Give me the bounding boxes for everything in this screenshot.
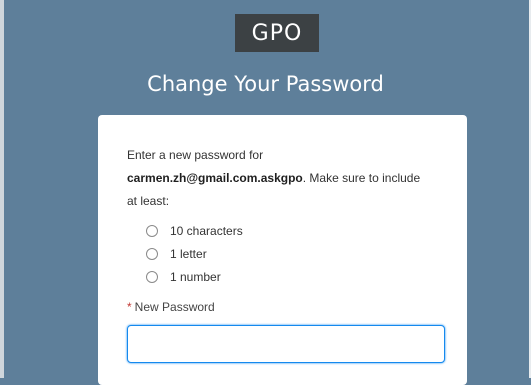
requirement-label: 1 letter xyxy=(170,246,207,261)
window-frame-left xyxy=(0,0,4,378)
requirement-label: 10 characters xyxy=(170,223,243,238)
password-requirements-list: 10 characters 1 letter 1 number xyxy=(127,219,438,288)
intro-line-2: carmen.zh@gmail.com.askgpo. Make sure to… xyxy=(127,167,438,190)
requirement-status-circle-icon xyxy=(146,224,158,237)
intro-line-1: Enter a new password for xyxy=(127,148,264,162)
page-title: Change Your Password xyxy=(147,72,384,96)
new-password-label-text: New Password xyxy=(134,300,215,314)
requirement-status-circle-icon xyxy=(146,247,158,260)
change-password-card: Enter a new password for carmen.zh@gmail… xyxy=(98,115,467,385)
new-password-input[interactable] xyxy=(127,325,445,363)
requirement-label: 1 number xyxy=(170,269,221,284)
requirement-item-characters: 10 characters xyxy=(146,219,438,242)
requirement-item-number: 1 number xyxy=(146,265,438,288)
required-asterisk: * xyxy=(127,300,132,314)
password-instructions: Enter a new password for carmen.zh@gmail… xyxy=(127,144,438,213)
account-email: carmen.zh@gmail.com.askgpo xyxy=(127,171,303,185)
new-password-label: * New Password xyxy=(127,300,438,314)
intro-line-3: at least: xyxy=(127,194,170,208)
gpo-logo: GPO xyxy=(235,14,319,52)
intro-line-2-rest: . Make sure to include xyxy=(302,171,421,185)
requirement-status-circle-icon xyxy=(146,270,158,283)
requirement-item-letter: 1 letter xyxy=(146,242,438,265)
